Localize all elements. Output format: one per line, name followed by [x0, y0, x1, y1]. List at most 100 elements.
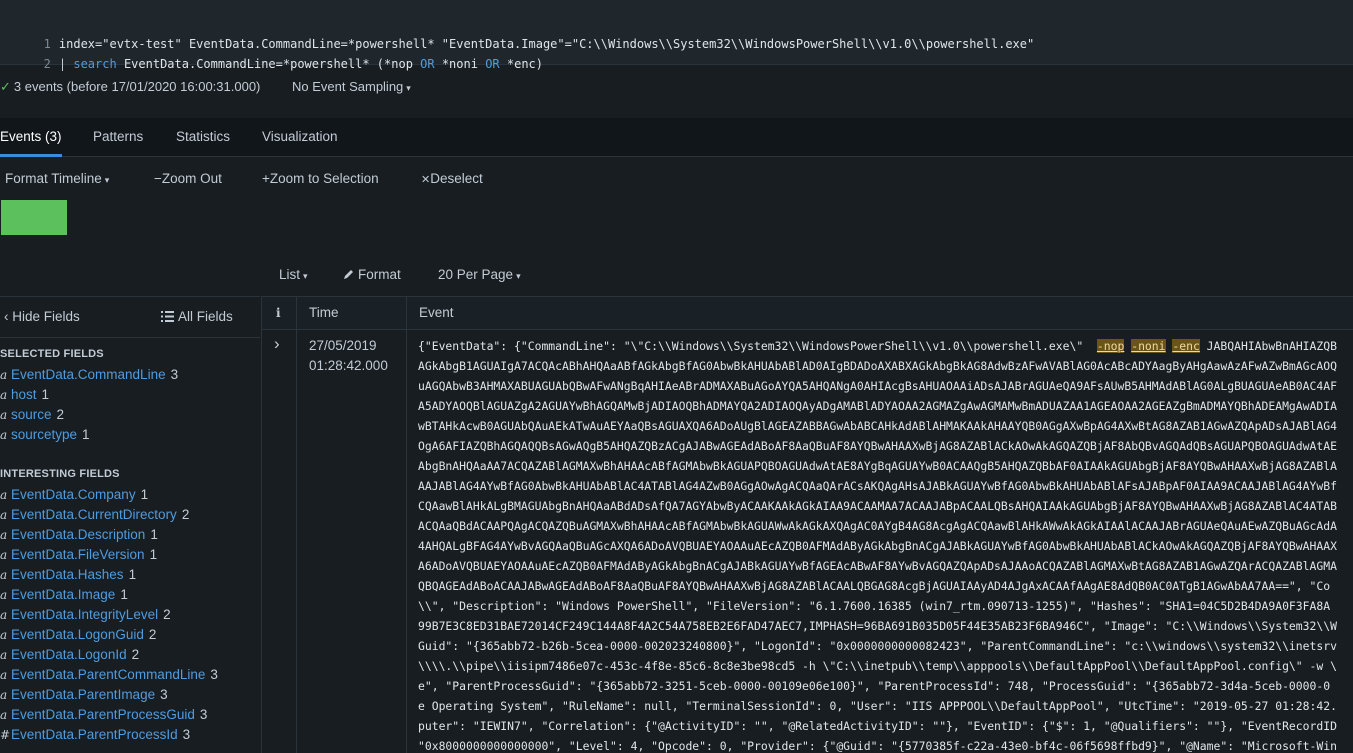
field-type-icon: a	[0, 548, 8, 562]
field-item[interactable]: a EventData.LogonId 2	[0, 645, 139, 665]
field-item[interactable]: a EventData.Image 1	[0, 585, 128, 605]
field-item[interactable]: a EventData.Company 1	[0, 485, 148, 505]
event-line: AGkAbgB1AGUAIgA7ACQAcABhAHQAaABfAGkAbgBf…	[418, 359, 1337, 373]
field-item[interactable]: a EventData.CommandLine 3	[0, 365, 178, 385]
results-tabs: Events (3) Patterns Statistics Visualiza…	[0, 118, 1353, 157]
field-item[interactable]: a EventData.CurrentDirectory 2	[0, 505, 189, 525]
field-name[interactable]: EventData.CommandLine	[11, 367, 166, 382]
tab-visualization[interactable]: Visualization	[262, 118, 338, 156]
tab-events[interactable]: Events (3)	[0, 118, 62, 157]
column-divider	[261, 296, 262, 753]
field-name[interactable]: EventData.LogonGuid	[11, 627, 144, 642]
field-count: 3	[199, 707, 208, 722]
event-line: 4AHQALgBFAG4AYwBvAGQAaQBuAGcAXQA6ADoAVQB…	[418, 539, 1337, 553]
interesting-fields-title: INTERESTING FIELDS	[0, 468, 120, 480]
search-bar[interactable]: 1 index="evtx-test" EventData.CommandLine…	[0, 0, 1353, 71]
field-name[interactable]: EventData.LogonId	[11, 647, 127, 662]
event-sampling-dropdown[interactable]: No Event Sampling ▾	[292, 78, 411, 97]
hide-fields-button[interactable]: ‹ Hide Fields	[4, 309, 80, 325]
expand-row-icon[interactable]: ›	[274, 335, 280, 352]
field-type-icon: a	[0, 588, 8, 602]
field-name[interactable]: EventData.Description	[11, 527, 145, 542]
field-count: 2	[56, 407, 65, 422]
field-item[interactable]: #EventData.ParentProcessId 3	[0, 725, 190, 745]
field-item[interactable]: a source 2	[0, 405, 64, 425]
field-item[interactable]: a EventData.ParentImage 3	[0, 685, 168, 705]
field-name[interactable]: sourcetype	[11, 427, 77, 442]
field-count: 1	[82, 427, 90, 442]
field-item[interactable]: a host 1	[0, 385, 49, 405]
events-table-header: i Time Event	[261, 296, 1353, 330]
event-raw-text[interactable]: {"EventData": {"CommandLine": "\"C:\\Win…	[418, 336, 1353, 753]
field-count: 1	[150, 527, 158, 542]
field-item[interactable]: a EventData.Description 1	[0, 525, 158, 545]
event-line: \\\\.\\pipe\\iisipm7486e07c-453c-4f8e-85…	[418, 659, 1337, 673]
field-count: 2	[131, 647, 140, 662]
field-type-icon: a	[0, 508, 8, 522]
list-icon	[161, 311, 174, 322]
zoom-to-selection-button[interactable]: +Zoom to Selection	[262, 170, 379, 187]
time-column-header[interactable]: Time	[309, 297, 339, 329]
field-name[interactable]: EventData.ParentProcessId	[11, 727, 178, 742]
field-count: 3	[182, 727, 191, 742]
field-name[interactable]: EventData.ParentImage	[11, 687, 155, 702]
event-line: ACQAaQBdACAAPQAgACQAZQBuAGMAXwBhAHAAcABf…	[418, 519, 1337, 533]
caret-down-icon: ▾	[516, 271, 521, 281]
format-timeline-label: Format Timeline	[5, 171, 102, 186]
query-text: *noni	[434, 57, 486, 71]
field-item[interactable]: a sourcetype 1	[0, 425, 90, 445]
zoom-out-button[interactable]: −Zoom Out	[154, 170, 222, 187]
timeline-bar[interactable]	[1, 200, 67, 235]
highlight-match[interactable]: -enc	[1172, 339, 1200, 353]
field-type-icon: a	[0, 668, 8, 682]
field-count: 2	[181, 507, 190, 522]
field-count: 1	[128, 567, 137, 582]
format-button[interactable]: Format	[343, 266, 401, 283]
field-item[interactable]: a EventData.ParentProcessGuid 3	[0, 705, 207, 725]
field-item[interactable]: a EventData.IntegrityLevel 2	[0, 605, 171, 625]
field-item[interactable]: a EventData.FileVersion 1	[0, 545, 157, 565]
field-name[interactable]: EventData.Company	[11, 487, 136, 502]
field-item[interactable]: a EventData.ParentCommandLine 3	[0, 665, 218, 685]
field-name[interactable]: source	[11, 407, 52, 422]
highlight-match[interactable]: -nop	[1096, 339, 1125, 353]
tab-patterns[interactable]: Patterns	[93, 118, 143, 156]
event-line: {"EventData": {"CommandLine": "\"C:\\Win…	[418, 336, 1353, 356]
hide-fields-label: Hide Fields	[12, 309, 80, 324]
event-line: Guid": "{365abb72-b26b-5cea-0000-0020232…	[418, 639, 1337, 653]
field-type-icon: a	[0, 648, 8, 662]
all-fields-button[interactable]: All Fields	[161, 309, 233, 325]
field-item[interactable]: a EventData.Hashes 1	[0, 565, 136, 585]
field-name[interactable]: EventData.IntegrityLevel	[11, 607, 158, 622]
info-column-header: i	[276, 306, 281, 320]
format-timeline-button[interactable]: Format Timeline ▾	[5, 170, 109, 189]
tab-statistics[interactable]: Statistics	[176, 118, 230, 156]
list-view-dropdown[interactable]: List ▾	[279, 266, 308, 285]
field-name[interactable]: EventData.ParentProcessGuid	[11, 707, 195, 722]
query-line-1[interactable]: 1 index="evtx-test" EventData.CommandLine…	[0, 14, 1035, 51]
per-page-dropdown[interactable]: 20 Per Page ▾	[438, 266, 521, 285]
event-line: QBQAGEAdABoACAAJABwAGEAdABoAF8AaQBuAF8AY…	[418, 579, 1331, 593]
field-name[interactable]: EventData.Hashes	[11, 567, 124, 582]
minus-icon: −	[154, 171, 162, 186]
field-name[interactable]: EventData.CurrentDirectory	[11, 507, 177, 522]
field-name[interactable]: EventData.ParentCommandLine	[11, 667, 205, 682]
event-timestamp: 01:28:42.000	[309, 358, 388, 373]
field-name[interactable]: EventData.FileVersion	[11, 547, 145, 562]
event-date: 27/05/2019	[309, 338, 377, 353]
line-number: 2	[43, 57, 51, 71]
event-line: 99B7E3C8ED31BAE72014CF249C144A8F4A2C54A7…	[418, 619, 1337, 633]
field-name[interactable]: host	[11, 387, 37, 402]
field-count: 3	[170, 367, 179, 382]
field-item[interactable]: a EventData.LogonGuid 2	[0, 625, 156, 645]
field-name[interactable]: EventData.Image	[11, 587, 115, 602]
field-count: 1	[140, 487, 149, 502]
column-divider	[296, 296, 297, 753]
field-count: 2	[148, 627, 157, 642]
highlight-match[interactable]: -noni	[1131, 339, 1166, 353]
query-line-2[interactable]: 2 | search EventData.CommandLine=*powersh…	[0, 34, 543, 71]
event-time[interactable]: 27/05/2019 01:28:42.000	[309, 336, 388, 376]
event-text: JABQAHIAbwBnAHIAZQB	[1199, 339, 1337, 353]
deselect-button[interactable]: ✕Deselect	[421, 170, 483, 189]
caret-down-icon: ▾	[406, 83, 411, 93]
